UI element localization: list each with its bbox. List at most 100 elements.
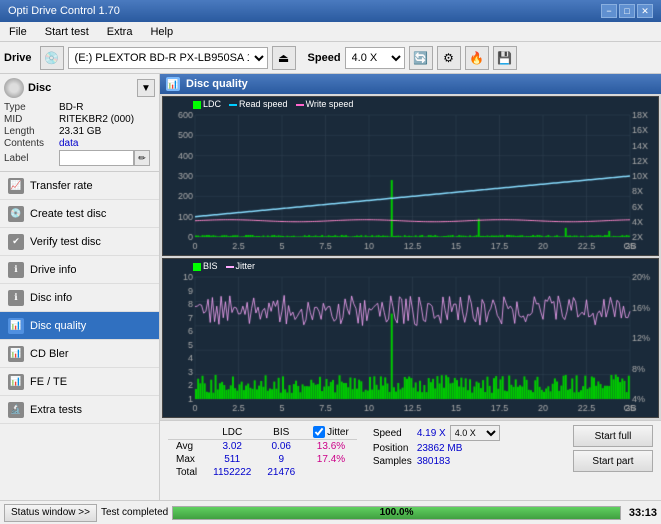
menu-file[interactable]: File <box>4 24 32 40</box>
disc-panel-header: Disc ▼ <box>4 78 155 98</box>
sidebar-item-create-test-disc[interactable]: 💿 Create test disc <box>0 200 159 228</box>
disc-quality-header: 📊 Disc quality <box>160 74 661 94</box>
main-layout: Disc ▼ Type BD-R MID RITEKBR2 (000) Leng… <box>0 74 661 500</box>
position-val: 23862 MB <box>417 443 463 454</box>
sidebar-item-disc-info[interactable]: ℹ Disc info <box>0 284 159 312</box>
jitter-checkbox[interactable] <box>313 426 325 438</box>
stats-total-label: Total <box>168 466 205 479</box>
app-title: Opti Drive Control 1.70 <box>8 5 120 17</box>
speed-dropdown[interactable]: 4.0 X <box>450 425 500 441</box>
sidebar-item-transfer-rate-label: Transfer rate <box>30 180 93 192</box>
drive-icon-btn[interactable]: 💿 <box>40 46 64 70</box>
start-full-button[interactable]: Start full <box>573 425 653 447</box>
minimize-button[interactable]: − <box>601 4 617 18</box>
sidebar-item-verify-test-disc[interactable]: ✔ Verify test disc <box>0 228 159 256</box>
sidebar-item-disc-quality-label: Disc quality <box>30 320 86 332</box>
action-buttons: Start full Start part <box>573 425 653 472</box>
toolbar: Drive 💿 (E:) PLEXTOR BD-R PX-LB950SA 1.0… <box>0 42 661 74</box>
stats-header-ldc: LDC <box>205 425 259 440</box>
menu-extra[interactable]: Extra <box>102 24 138 40</box>
stats-row: LDC BIS Jitter Avg 3.02 <box>160 420 661 500</box>
speed-row-label: Speed <box>373 428 413 439</box>
status-time: 33:13 <box>629 507 657 519</box>
content-area: 📊 Disc quality LDC Read speed Write spee… <box>160 74 661 500</box>
disc-label-input[interactable] <box>59 150 134 166</box>
samples-row: Samples 380183 <box>373 456 500 467</box>
close-button[interactable]: ✕ <box>637 4 653 18</box>
sidebar-item-extra-tests[interactable]: 🔬 Extra tests <box>0 396 159 424</box>
status-window-button[interactable]: Status window >> <box>4 504 97 522</box>
disc-contents-row: Contents data <box>4 138 155 149</box>
stats-total-jitter <box>303 466 357 479</box>
bis-legend-bis: BIS <box>193 261 218 271</box>
sidebar-item-create-test-disc-label: Create test disc <box>30 208 106 220</box>
disc-mid-val: RITEKBR2 (000) <box>59 114 134 125</box>
stats-max-row: Max 511 9 17.4% <box>168 453 357 466</box>
disc-type-key: Type <box>4 102 59 113</box>
menu-help[interactable]: Help <box>145 24 178 40</box>
disc-more-btn[interactable]: ▼ <box>137 79 155 97</box>
sidebar-item-disc-quality[interactable]: 📊 Disc quality <box>0 312 159 340</box>
disc-type-row: Type BD-R <box>4 102 155 113</box>
disc-label-icon-btn[interactable]: ✏ <box>134 150 150 166</box>
progress-bar: 100.0% <box>172 506 621 520</box>
create-test-disc-icon: 💿 <box>8 206 24 222</box>
stats-avg-bis: 0.06 <box>259 440 303 454</box>
fe-te-icon: 📊 <box>8 374 24 390</box>
sidebar-item-extra-tests-label: Extra tests <box>30 404 82 416</box>
jitter-check-label: Jitter <box>327 427 349 438</box>
settings-icon[interactable]: ⚙ <box>437 46 461 70</box>
samples-label: Samples <box>373 456 413 467</box>
position-row: Position 23862 MB <box>373 443 500 454</box>
disc-length-row: Length 23.31 GB <box>4 126 155 137</box>
disc-label-row: Label ✏ <box>4 150 155 166</box>
refresh-icon[interactable]: 🔄 <box>409 46 433 70</box>
disc-quality-icon: 📊 <box>8 318 24 334</box>
sidebar-item-drive-info[interactable]: ℹ Drive info <box>0 256 159 284</box>
speed-row-val: 4.19 X <box>417 428 446 439</box>
sidebar-item-fe-te-label: FE / TE <box>30 376 67 388</box>
sidebar-item-disc-info-label: Disc info <box>30 292 72 304</box>
stats-max-ldc: 511 <box>205 453 259 466</box>
stats-header-bis: BIS <box>259 425 303 440</box>
stats-avg-ldc: 3.02 <box>205 440 259 454</box>
start-part-button[interactable]: Start part <box>573 450 653 472</box>
stats-max-label: Max <box>168 453 205 466</box>
speed-area: Speed 4.19 X 4.0 X Position 23862 MB Sam… <box>373 425 500 467</box>
samples-val: 380183 <box>417 456 450 467</box>
drive-info-icon: ℹ <box>8 262 24 278</box>
speed-row: Speed 4.19 X 4.0 X <box>373 425 500 441</box>
eject-icon[interactable]: ⏏ <box>272 46 296 70</box>
stats-total-row: Total 1152222 21476 <box>168 466 357 479</box>
status-message: Test completed <box>101 507 168 518</box>
stats-total-ldc: 1152222 <box>205 466 259 479</box>
progress-text: 100.0% <box>173 507 620 519</box>
sidebar-item-transfer-rate[interactable]: 📈 Transfer rate <box>0 172 159 200</box>
save-icon[interactable]: 💾 <box>493 46 517 70</box>
bis-legend: BIS Jitter <box>193 261 255 271</box>
stats-max-jitter: 17.4% <box>303 453 357 466</box>
disc-mid-key: MID <box>4 114 59 125</box>
speed-select[interactable]: 4.0 X <box>345 47 405 69</box>
drive-select[interactable]: (E:) PLEXTOR BD-R PX-LB950SA 1.06 <box>68 47 268 69</box>
maximize-button[interactable]: □ <box>619 4 635 18</box>
sidebar-item-fe-te[interactable]: 📊 FE / TE <box>0 368 159 396</box>
stats-header-jitter-area: Jitter <box>303 425 357 440</box>
menu-start-test[interactable]: Start test <box>40 24 94 40</box>
disc-length-key: Length <box>4 126 59 137</box>
burn-icon[interactable]: 🔥 <box>465 46 489 70</box>
ldc-chart: LDC Read speed Write speed <box>162 96 659 256</box>
transfer-rate-icon: 📈 <box>8 178 24 194</box>
bis-chart: BIS Jitter <box>162 258 659 418</box>
jitter-check-area: Jitter <box>313 426 349 438</box>
sidebar-item-cd-bler[interactable]: 📊 CD Bler <box>0 340 159 368</box>
disc-length-val: 23.31 GB <box>59 126 101 137</box>
bis-legend-jitter: Jitter <box>226 261 256 271</box>
stats-total-bis: 21476 <box>259 466 303 479</box>
disc-info-icon: ℹ <box>8 290 24 306</box>
cd-bler-icon: 📊 <box>8 346 24 362</box>
ldc-legend-read: Read speed <box>229 99 288 109</box>
ldc-legend-write: Write speed <box>296 99 354 109</box>
sidebar: Disc ▼ Type BD-R MID RITEKBR2 (000) Leng… <box>0 74 160 500</box>
disc-contents-val: data <box>59 138 78 149</box>
